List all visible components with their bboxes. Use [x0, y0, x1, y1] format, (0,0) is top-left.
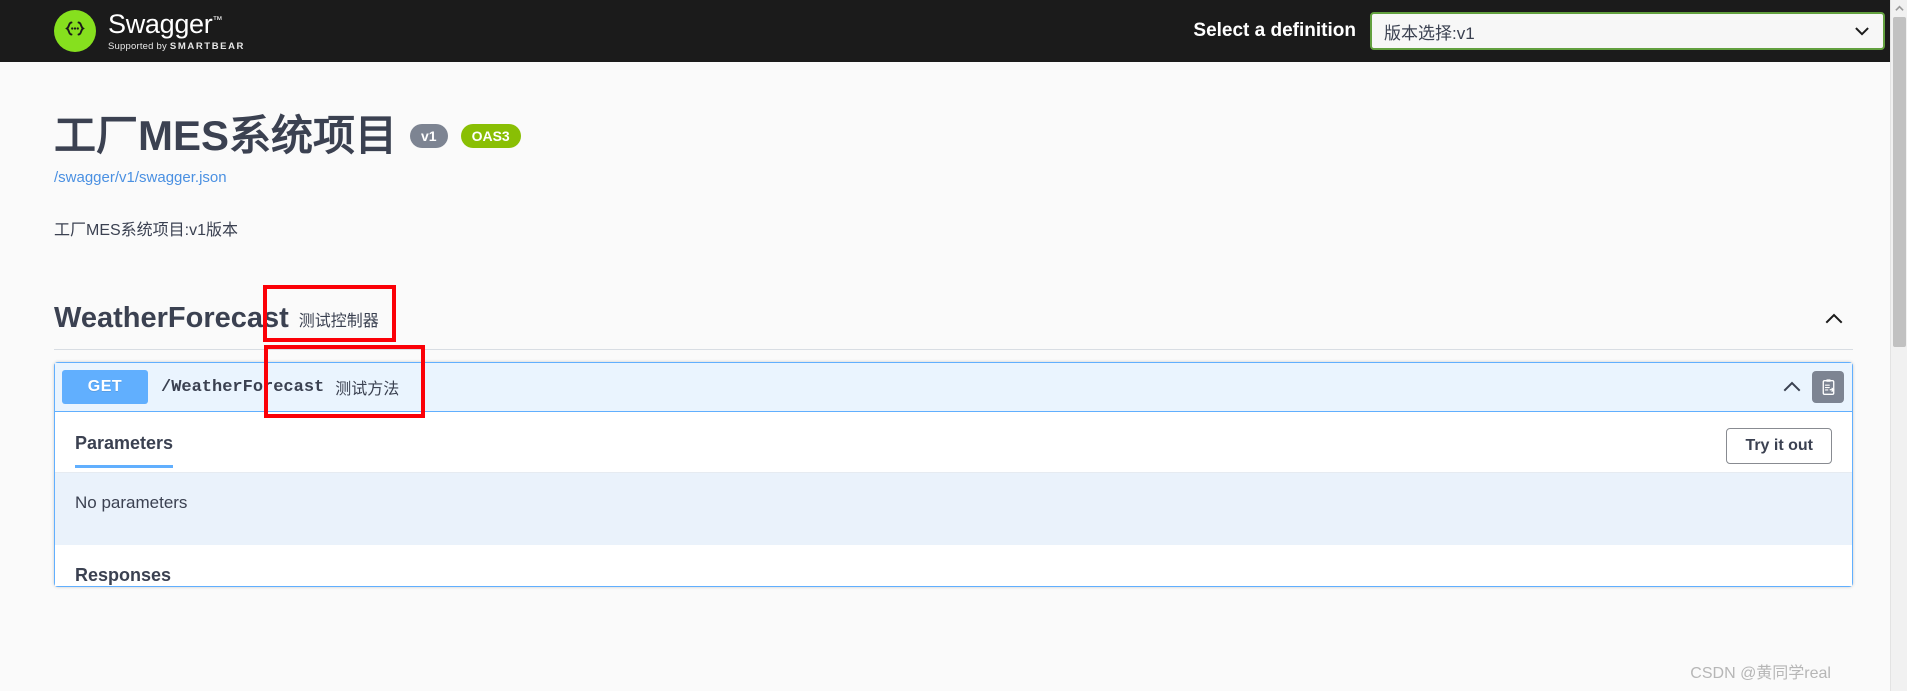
tag-name: WeatherForecast	[54, 302, 289, 335]
swagger-mark-icon	[54, 10, 96, 52]
page-title: 工厂MES系统项目	[54, 112, 398, 159]
try-it-out-button[interactable]: Try it out	[1726, 428, 1832, 465]
main-content: 工厂MES系统项目 v1 OAS3 /swagger/v1/swagger.js…	[0, 62, 1907, 588]
http-method-badge: GET	[62, 370, 148, 405]
logo-trademark: ™	[212, 14, 223, 26]
api-info: 工厂MES系统项目 v1 OAS3 /swagger/v1/swagger.js…	[54, 62, 1853, 240]
watermark: CSDN @黄同学real	[1690, 665, 1831, 682]
operation-body: Parameters Try it out No parameters Resp…	[55, 412, 1852, 587]
logo-supported-by: Supported by	[108, 40, 167, 52]
copy-to-clipboard-icon[interactable]	[1812, 371, 1844, 404]
tag-header[interactable]: WeatherForecast 测试控制器	[54, 302, 1853, 351]
topbar: Swagger™ Supported by SMARTBEAR Select a …	[0, 0, 1907, 62]
scroll-up-arrow-icon[interactable]	[1891, 0, 1907, 17]
logo-name: Swagger	[108, 8, 213, 39]
scrollbar-thumb[interactable]	[1893, 17, 1906, 347]
definition-select[interactable]: 版本选择:v1	[1370, 12, 1885, 50]
tag-description: 测试控制器	[298, 312, 379, 330]
definition-selector-group: Select a definition 版本选择:v1	[1193, 12, 1885, 50]
tag-section-weatherforecast: WeatherForecast 测试控制器 GET /WeatherForeca…	[54, 302, 1853, 588]
responses-title: Responses	[75, 565, 172, 586]
select-definition-label: Select a definition	[1193, 20, 1356, 41]
spec-url-link[interactable]: /swagger/v1/swagger.json	[54, 169, 1853, 186]
parameters-body: No parameters	[55, 473, 1852, 546]
operation-summary-row[interactable]: GET /WeatherForecast 测试方法	[55, 363, 1852, 413]
chevron-down-icon	[1853, 22, 1871, 40]
swagger-ui-page: Swagger™ Supported by SMARTBEAR Select a …	[0, 0, 1907, 691]
operation-block-get-weatherforecast: GET /WeatherForecast 测试方法 Parameters Try…	[54, 362, 1853, 588]
swagger-logo[interactable]: Swagger™ Supported by SMARTBEAR	[54, 10, 245, 52]
logo-brand: SMARTBEAR	[169, 40, 246, 52]
tab-parameters[interactable]: Parameters	[75, 433, 174, 468]
api-title-row: 工厂MES系统项目 v1 OAS3	[54, 112, 1853, 160]
operation-actions	[1781, 371, 1844, 404]
oas-badge: OAS3	[460, 124, 521, 149]
operation-path: /WeatherForecast	[161, 377, 325, 397]
parameters-header: Parameters Try it out	[55, 412, 1852, 472]
definition-select-value: 版本选择:v1	[1384, 23, 1475, 43]
operation-summary-text: 测试方法	[335, 381, 400, 399]
no-parameters-text: No parameters	[75, 493, 188, 513]
page-scrollbar[interactable]	[1890, 0, 1907, 691]
responses-section: Responses	[55, 545, 1852, 587]
chevron-up-icon[interactable]	[1823, 308, 1853, 330]
chevron-up-icon[interactable]	[1781, 376, 1803, 398]
api-description: 工厂MES系统项目:v1版本	[54, 222, 239, 240]
version-badge: v1	[410, 124, 448, 149]
